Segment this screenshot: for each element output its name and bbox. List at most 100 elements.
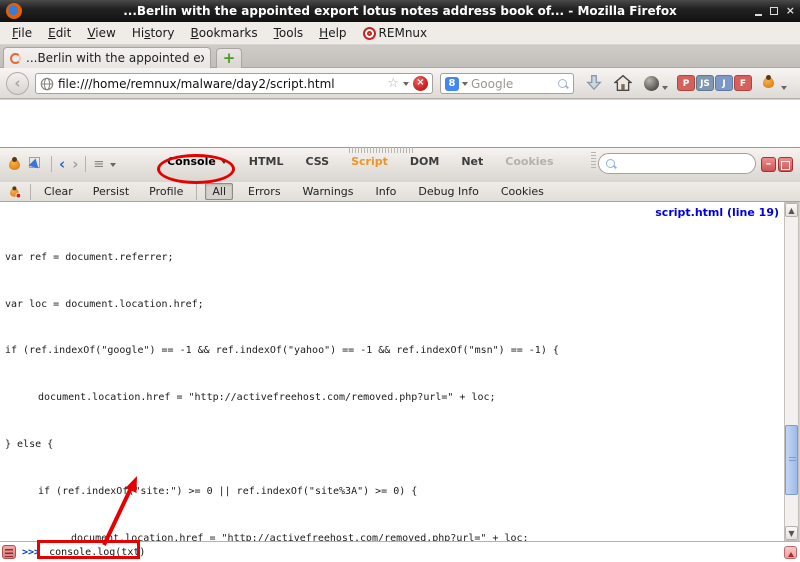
firebug-minimize-button[interactable]: – bbox=[761, 157, 776, 172]
tab-loading-spinner-icon bbox=[10, 53, 21, 64]
scroll-down-icon[interactable]: ▼ bbox=[785, 526, 798, 540]
firebug-panel-tab[interactable]: DOM bbox=[410, 155, 439, 168]
console-filter-bar: Clear Persist Profile All Errors Warning… bbox=[0, 182, 800, 202]
console-filter-tab[interactable]: Errors bbox=[241, 183, 288, 200]
code-line: if (ref.indexOf("site:") >= 0 || ref.ind… bbox=[5, 486, 661, 498]
break-on-errors-icon[interactable] bbox=[8, 186, 21, 197]
url-input[interactable]: file:///home/remnux/malware/day2/script.… bbox=[58, 77, 383, 91]
menu-item[interactable]: Tools bbox=[266, 23, 312, 43]
back-button[interactable]: ‹ bbox=[6, 72, 29, 95]
search-engine-dropdown-icon[interactable] bbox=[462, 82, 468, 89]
firebug-panel-tab[interactable]: Net bbox=[461, 155, 483, 168]
menu-item[interactable]: History bbox=[124, 23, 183, 43]
home-icon[interactable] bbox=[614, 74, 632, 92]
firebug-panel-tab[interactable]: CSS bbox=[305, 155, 329, 168]
console-action-button[interactable]: Profile bbox=[144, 184, 188, 199]
browser-tab[interactable]: ...Berlin with the appointed exp... bbox=[3, 47, 211, 68]
code-line: var loc = document.location.href; bbox=[5, 299, 661, 311]
console-filter-tab[interactable]: All bbox=[205, 183, 233, 200]
panel-list-dropdown-icon[interactable] bbox=[110, 163, 116, 170]
firefox-logo-icon bbox=[6, 3, 22, 19]
menu-item[interactable]: Edit bbox=[40, 23, 79, 43]
panel-resize-grip[interactable] bbox=[349, 147, 415, 153]
stop-button[interactable]: × bbox=[413, 76, 428, 91]
firebug-panel-tab[interactable]: HTML bbox=[249, 155, 284, 168]
toolbar-grip[interactable] bbox=[591, 152, 596, 168]
maximize-window-icon[interactable] bbox=[770, 7, 778, 15]
scrollbar-thumb[interactable] bbox=[785, 425, 798, 495]
window-title: ...Berlin with the appointed export lotu… bbox=[0, 4, 800, 18]
menu-item[interactable]: File bbox=[4, 23, 40, 43]
console-filter-tab[interactable]: Debug Info bbox=[411, 183, 486, 200]
firebug-dropdown-icon[interactable] bbox=[781, 86, 787, 93]
firebug-menu-icon[interactable] bbox=[6, 157, 22, 171]
window-controls: × bbox=[755, 4, 795, 18]
firebug-toolbar-buttons: ‹ › ≡ bbox=[6, 156, 116, 172]
menu-items: File Edit View History Bookmarks Tools H… bbox=[4, 23, 355, 43]
url-bar[interactable]: file:///home/remnux/malware/day2/script.… bbox=[35, 73, 433, 94]
console-filter-tab[interactable]: Cookies bbox=[494, 183, 551, 200]
console-action-button[interactable]: Persist bbox=[88, 184, 134, 199]
search-input[interactable]: Google bbox=[471, 77, 554, 91]
separator bbox=[30, 184, 31, 200]
command-input[interactable]: console.log(txt) bbox=[49, 547, 145, 558]
close-window-icon[interactable]: × bbox=[786, 6, 795, 16]
bookmark-star-icon[interactable]: ☆ bbox=[387, 77, 399, 90]
titlebar: ...Berlin with the appointed export lotu… bbox=[0, 0, 800, 22]
extension-badge[interactable]: JS bbox=[696, 75, 714, 91]
search-icon[interactable] bbox=[557, 78, 569, 90]
search-bar[interactable]: 8 Google bbox=[440, 73, 574, 94]
google-engine-icon[interactable]: 8 bbox=[445, 77, 459, 91]
remnux-label: REMnux bbox=[379, 26, 428, 40]
error-dot-icon bbox=[16, 192, 22, 198]
firebug-panel-tab[interactable]: Script bbox=[351, 155, 388, 168]
page-content bbox=[0, 100, 800, 147]
console-command-line: >>> console.log(txt) bbox=[0, 541, 800, 562]
history-forward-icon[interactable]: › bbox=[72, 157, 78, 171]
history-back-icon[interactable]: ‹ bbox=[59, 157, 65, 171]
identity-globe-icon[interactable] bbox=[644, 76, 659, 91]
extension-badge[interactable]: F bbox=[734, 75, 752, 91]
console-filter-tab[interactable]: Info bbox=[369, 183, 404, 200]
expand-command-editor-button[interactable] bbox=[784, 546, 797, 559]
console-filter-tabs: All Errors Warnings Info Debug Info Cook… bbox=[205, 183, 551, 200]
minimize-window-icon[interactable] bbox=[755, 7, 762, 16]
downloads-icon[interactable] bbox=[585, 74, 603, 92]
code-line: var ref = document.referrer; bbox=[5, 252, 661, 264]
new-tab-button[interactable]: + bbox=[216, 48, 242, 68]
tab-title: ...Berlin with the appointed exp... bbox=[26, 51, 204, 65]
menu-item-remnux[interactable]: REMnux bbox=[355, 23, 436, 43]
inspect-element-icon[interactable] bbox=[29, 157, 44, 172]
firebug-panel-tabs: Console HTML CSS Script DOM Net Cookies bbox=[167, 155, 554, 168]
extension-badge[interactable]: P bbox=[677, 75, 695, 91]
command-line-icon[interactable] bbox=[2, 545, 16, 559]
console-filter-tab[interactable]: Warnings bbox=[296, 183, 361, 200]
separator bbox=[196, 184, 197, 200]
code-line: document.location.href = "http://activef… bbox=[5, 533, 661, 541]
scroll-up-icon[interactable]: ▲ bbox=[785, 203, 798, 217]
firebug-detach-button[interactable] bbox=[778, 157, 793, 172]
navigation-toolbar: ‹ file:///home/remnux/malware/day2/scrip… bbox=[0, 68, 800, 99]
separator bbox=[85, 156, 86, 172]
url-dropdown-icon[interactable] bbox=[403, 82, 409, 89]
code-line: if (ref.indexOf("google") == -1 && ref.i… bbox=[5, 345, 661, 357]
extension-badge[interactable]: J bbox=[715, 75, 733, 91]
code-line: document.location.href = "http://activef… bbox=[5, 392, 661, 404]
firefox-window: ...Berlin with the appointed export lotu… bbox=[0, 0, 800, 562]
console-code-block: var ref = document.referrer; var loc = d… bbox=[5, 205, 661, 541]
menu-item[interactable]: Help bbox=[311, 23, 354, 43]
firebug-search-box[interactable] bbox=[598, 153, 756, 174]
code-line: } else { bbox=[5, 439, 661, 451]
console-action-buttons: Clear Persist Profile bbox=[39, 184, 188, 199]
menu-item[interactable]: Bookmarks bbox=[183, 23, 266, 43]
console-action-button[interactable]: Clear bbox=[39, 184, 78, 199]
source-file-link[interactable]: script.html (line 19) bbox=[655, 206, 779, 219]
menubar: File Edit View History Bookmarks Tools H… bbox=[0, 22, 800, 45]
separator bbox=[51, 156, 52, 172]
identity-dropdown-icon[interactable] bbox=[662, 86, 668, 93]
firebug-panel-tab[interactable]: Cookies bbox=[505, 155, 553, 168]
firebug-panel-tab[interactable]: Console bbox=[167, 155, 227, 168]
menu-item[interactable]: View bbox=[79, 23, 123, 43]
console-scrollbar[interactable]: ▲ ▼ bbox=[784, 202, 799, 541]
panel-list-icon[interactable]: ≡ bbox=[93, 157, 103, 172]
